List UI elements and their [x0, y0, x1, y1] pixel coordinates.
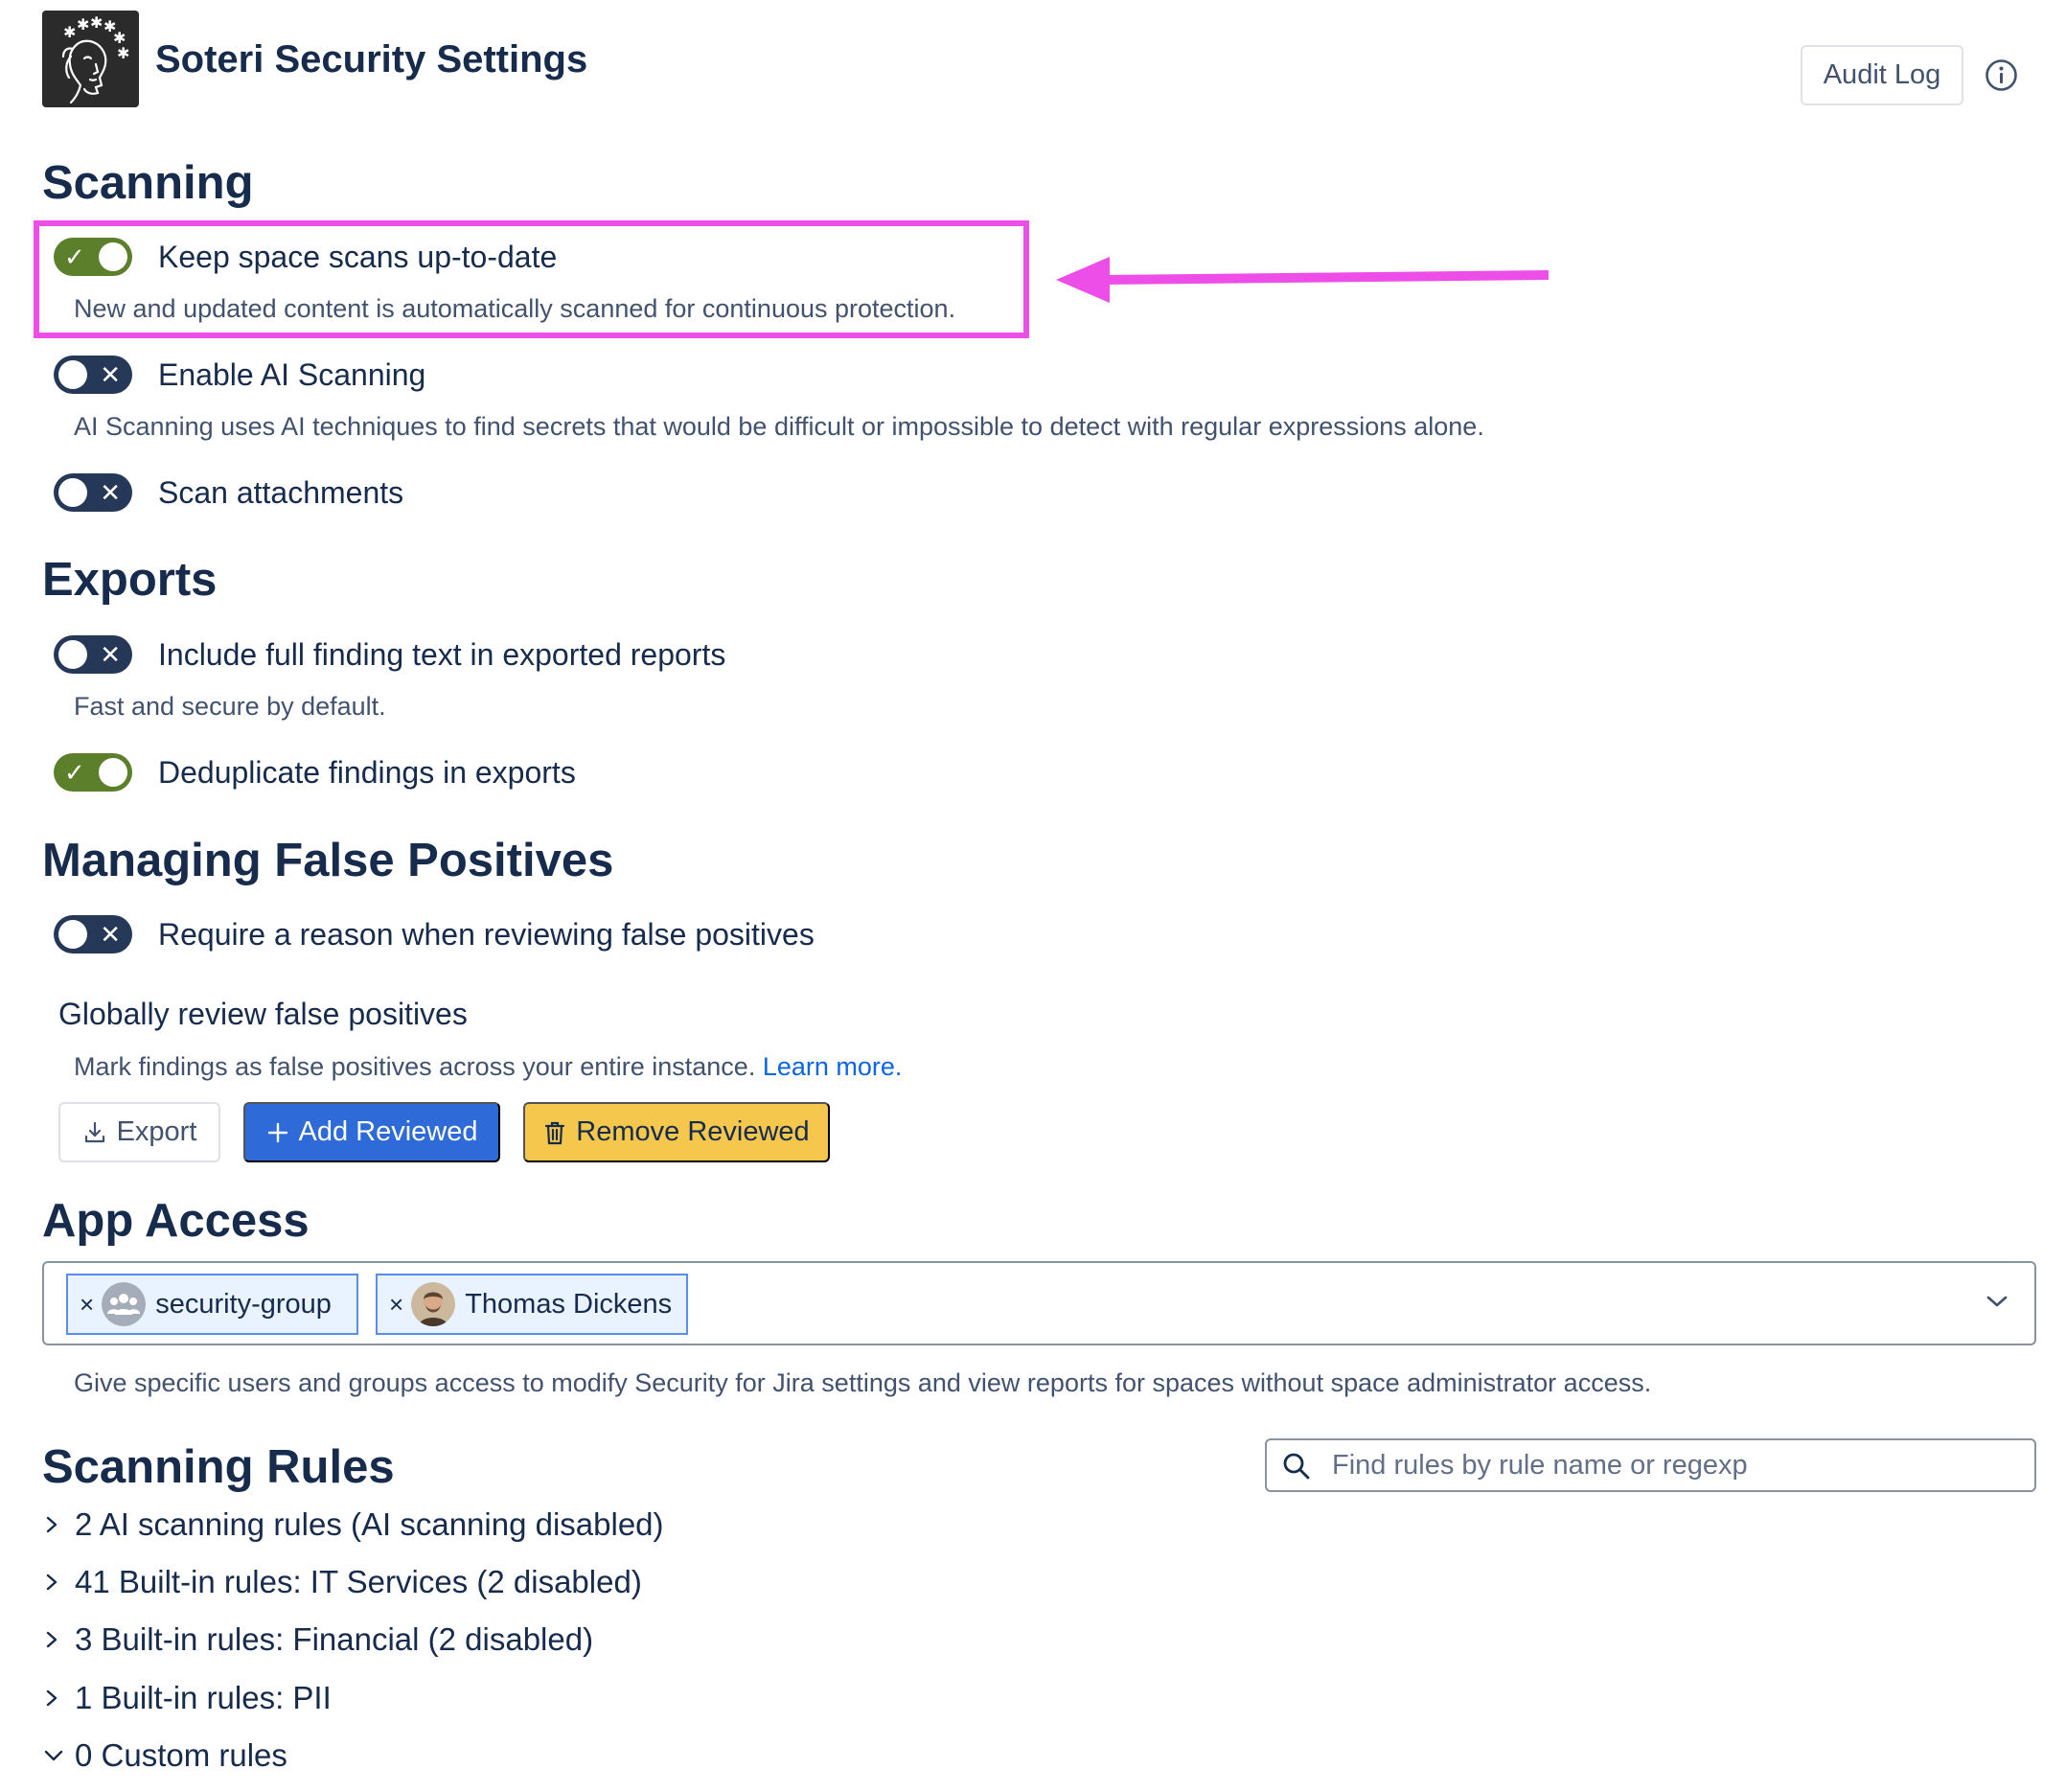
audit-log-button[interactable]: Audit Log: [1801, 45, 1963, 105]
search-placeholder: Find rules by rule name or regexp: [1332, 1450, 1748, 1481]
global-review-description: Mark findings as false positives across …: [74, 1052, 756, 1081]
deduplicate-findings-toggle[interactable]: ✓: [54, 753, 132, 792]
rules-search-input[interactable]: Find rules by rule name or regexp: [1265, 1438, 2036, 1492]
app-logo: ✱ ✱ ✱ ✱ ✱ ✱: [42, 11, 139, 107]
enable-ai-scanning-label: Enable AI Scanning: [158, 357, 426, 392]
arrow-annotation-icon: [1056, 257, 1550, 303]
download-icon: [84, 1121, 104, 1142]
false-positives-heading: Managing False Positives: [42, 835, 614, 886]
chevron-down-icon[interactable]: [1985, 1293, 2009, 1310]
learn-more-link[interactable]: Learn more.: [763, 1052, 903, 1081]
add-reviewed-button[interactable]: Add Reviewed: [243, 1102, 500, 1162]
scan-attachments-label: Scan attachments: [158, 475, 404, 510]
enable-ai-scanning-description: AI Scanning uses AI techniques to find s…: [74, 412, 1484, 441]
rule-group-label: 0 Custom rules: [75, 1737, 287, 1773]
close-icon: ✕: [100, 478, 121, 507]
svg-text:✱: ✱: [117, 44, 129, 62]
keep-scans-updated-description: New and updated content is automatically…: [74, 294, 956, 323]
export-label: Export: [116, 1116, 197, 1147]
chevron-down-icon: [44, 1750, 63, 1761]
rule-group-custom[interactable]: 0 Custom rules: [42, 1737, 287, 1774]
close-icon: ✕: [100, 360, 121, 389]
rule-group-ai[interactable]: 2 AI scanning rules (AI scanning disable…: [42, 1506, 664, 1543]
global-review-description-row: Mark findings as false positives across …: [74, 1052, 902, 1082]
scanning-heading: Scanning: [42, 157, 254, 209]
app-title: Soteri Security Settings: [155, 38, 588, 80]
rule-group-label: 2 AI scanning rules (AI scanning disable…: [75, 1506, 664, 1542]
close-icon: ✕: [100, 920, 121, 949]
info-icon: [1986, 59, 2017, 91]
rule-group-pii[interactable]: 1 Built-in rules: PII: [42, 1680, 332, 1716]
enable-ai-scanning-toggle[interactable]: ✕: [54, 356, 132, 394]
chevron-right-icon: [46, 1631, 57, 1648]
scan-attachments-toggle[interactable]: ✕: [54, 473, 132, 512]
svg-text:✱: ✱: [77, 15, 89, 34]
full-finding-text-label: Include full finding text in exported re…: [158, 637, 726, 672]
deduplicate-findings-label: Deduplicate findings in exports: [158, 755, 576, 790]
global-review-label: Globally review false positives: [58, 997, 468, 1031]
rule-group-it-services[interactable]: 41 Built-in rules: IT Services (2 disabl…: [42, 1564, 642, 1600]
rule-group-label: 3 Built-in rules: Financial (2 disabled): [75, 1621, 594, 1657]
woman-face-logo-icon: ✱ ✱ ✱ ✱✱✱: [61, 13, 129, 104]
trash-icon: [545, 1121, 565, 1144]
remove-reviewed-button[interactable]: Remove Reviewed: [523, 1102, 830, 1162]
remove-chip-button[interactable]: ×: [389, 1290, 403, 1320]
full-finding-text-description: Fast and secure by default.: [74, 692, 386, 721]
close-icon: ✕: [100, 640, 121, 669]
chip-label: security-group: [155, 1288, 332, 1320]
check-icon: ✓: [64, 242, 85, 271]
app-access-description: Give specific users and groups access to…: [74, 1368, 1652, 1397]
svg-text:✱: ✱: [90, 13, 103, 32]
require-reason-toggle[interactable]: ✕: [54, 915, 132, 953]
keep-scans-updated-toggle[interactable]: ✓: [54, 238, 132, 276]
export-button[interactable]: Export: [58, 1102, 220, 1162]
remove-chip-button[interactable]: ×: [80, 1290, 94, 1320]
group-icon: [102, 1282, 147, 1326]
info-button[interactable]: [1985, 58, 2018, 92]
svg-text:✱: ✱: [63, 23, 76, 41]
chevron-right-icon: [46, 1689, 57, 1707]
rule-group-financial[interactable]: 3 Built-in rules: Financial (2 disabled): [42, 1621, 593, 1658]
chevron-right-icon: [46, 1516, 57, 1533]
chip-label: Thomas Dickens: [465, 1288, 673, 1320]
full-finding-text-toggle[interactable]: ✕: [54, 635, 132, 674]
scanning-rules-heading: Scanning Rules: [42, 1441, 395, 1493]
require-reason-label: Require a reason when reviewing false po…: [158, 917, 815, 952]
exports-heading: Exports: [42, 554, 218, 606]
access-chip-security-group: × security-group: [66, 1274, 358, 1335]
access-chip-thomas-dickens: × Thomas Dickens: [376, 1274, 688, 1335]
user-avatar: [411, 1282, 456, 1326]
keep-scans-updated-label: Keep space scans up-to-date: [158, 240, 558, 274]
app-access-heading: App Access: [42, 1195, 310, 1247]
chevron-right-icon: [46, 1574, 57, 1591]
plus-icon: [267, 1122, 287, 1142]
search-icon: [1283, 1453, 1310, 1480]
rule-group-label: 1 Built-in rules: PII: [75, 1680, 332, 1715]
check-icon: ✓: [64, 758, 85, 787]
rule-group-label: 41 Built-in rules: IT Services (2 disabl…: [75, 1564, 642, 1599]
remove-reviewed-label: Remove Reviewed: [576, 1116, 810, 1147]
add-reviewed-label: Add Reviewed: [298, 1116, 478, 1147]
